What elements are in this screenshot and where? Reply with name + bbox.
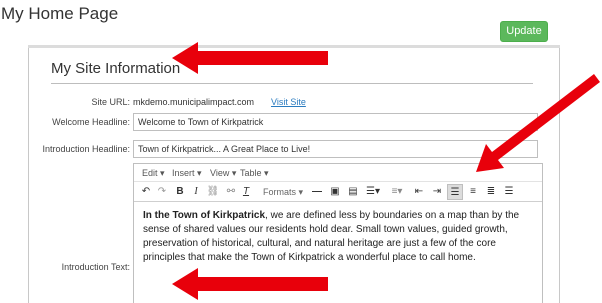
content-bold-lead: In the Town of Kirkpatrick [143, 210, 266, 221]
section-title: My Site Information [51, 60, 181, 77]
site-url-label: Site URL: [91, 97, 130, 107]
page-title: My Home Page [1, 4, 119, 23]
indent-icon[interactable]: ⇥ [430, 184, 444, 200]
editor-content[interactable]: In the Town of Kirkpatrick, we are defin… [143, 209, 538, 265]
italic-icon[interactable]: I [190, 184, 202, 200]
align-right-icon[interactable]: ≣ [484, 184, 498, 200]
redo-icon[interactable]: ↷ [156, 184, 168, 200]
unlink-icon[interactable]: ⚯ [224, 184, 238, 200]
undo-icon[interactable]: ↶ [140, 184, 152, 200]
menu-edit[interactable]: Edit ▾ [142, 168, 165, 179]
outdent-icon[interactable]: ⇤ [412, 184, 426, 200]
media-icon[interactable]: ▤ [346, 184, 360, 200]
menu-table[interactable]: Table ▾ [240, 168, 269, 179]
update-button[interactable]: Update [500, 21, 548, 42]
menu-insert[interactable]: Insert ▾ [172, 168, 202, 179]
formats-dropdown[interactable]: Formats ▾ [260, 184, 306, 200]
bold-icon[interactable]: B [174, 184, 186, 200]
justify-icon[interactable]: ☰ [502, 184, 516, 200]
introduction-text-label: Introduction Text: [61, 262, 130, 272]
welcome-headline-label: Welcome Headline: [52, 117, 130, 127]
red-arrow-section-title [172, 42, 328, 74]
numbered-list-icon[interactable]: ≡▾ [386, 184, 408, 200]
link-icon[interactable]: ⛓ [206, 184, 220, 200]
site-url-value: mkdemo.municipalimpact.com [133, 97, 255, 107]
clear-format-icon[interactable]: T [240, 184, 252, 200]
align-left-icon[interactable]: ☰ [447, 184, 463, 200]
image-icon[interactable]: ▣ [328, 184, 342, 200]
red-arrow-toolbar [476, 74, 600, 172]
section-divider [51, 83, 533, 84]
horizontal-rule-icon[interactable]: — [310, 184, 324, 200]
introduction-headline-label: Introduction Headline: [42, 144, 130, 154]
editor-toolbar: ↶ ↷ B I ⛓ ⚯ T Formats ▾ — ▣ ▤ ☰▾ ≡▾ ⇤ ⇥ … [134, 182, 542, 202]
bullet-list-icon[interactable]: ☰▾ [362, 184, 384, 200]
align-center-icon[interactable]: ≡ [466, 184, 480, 200]
menu-view[interactable]: View ▾ [210, 168, 236, 179]
visit-site-link[interactable]: Visit Site [271, 97, 306, 107]
red-arrow-content [172, 268, 328, 300]
